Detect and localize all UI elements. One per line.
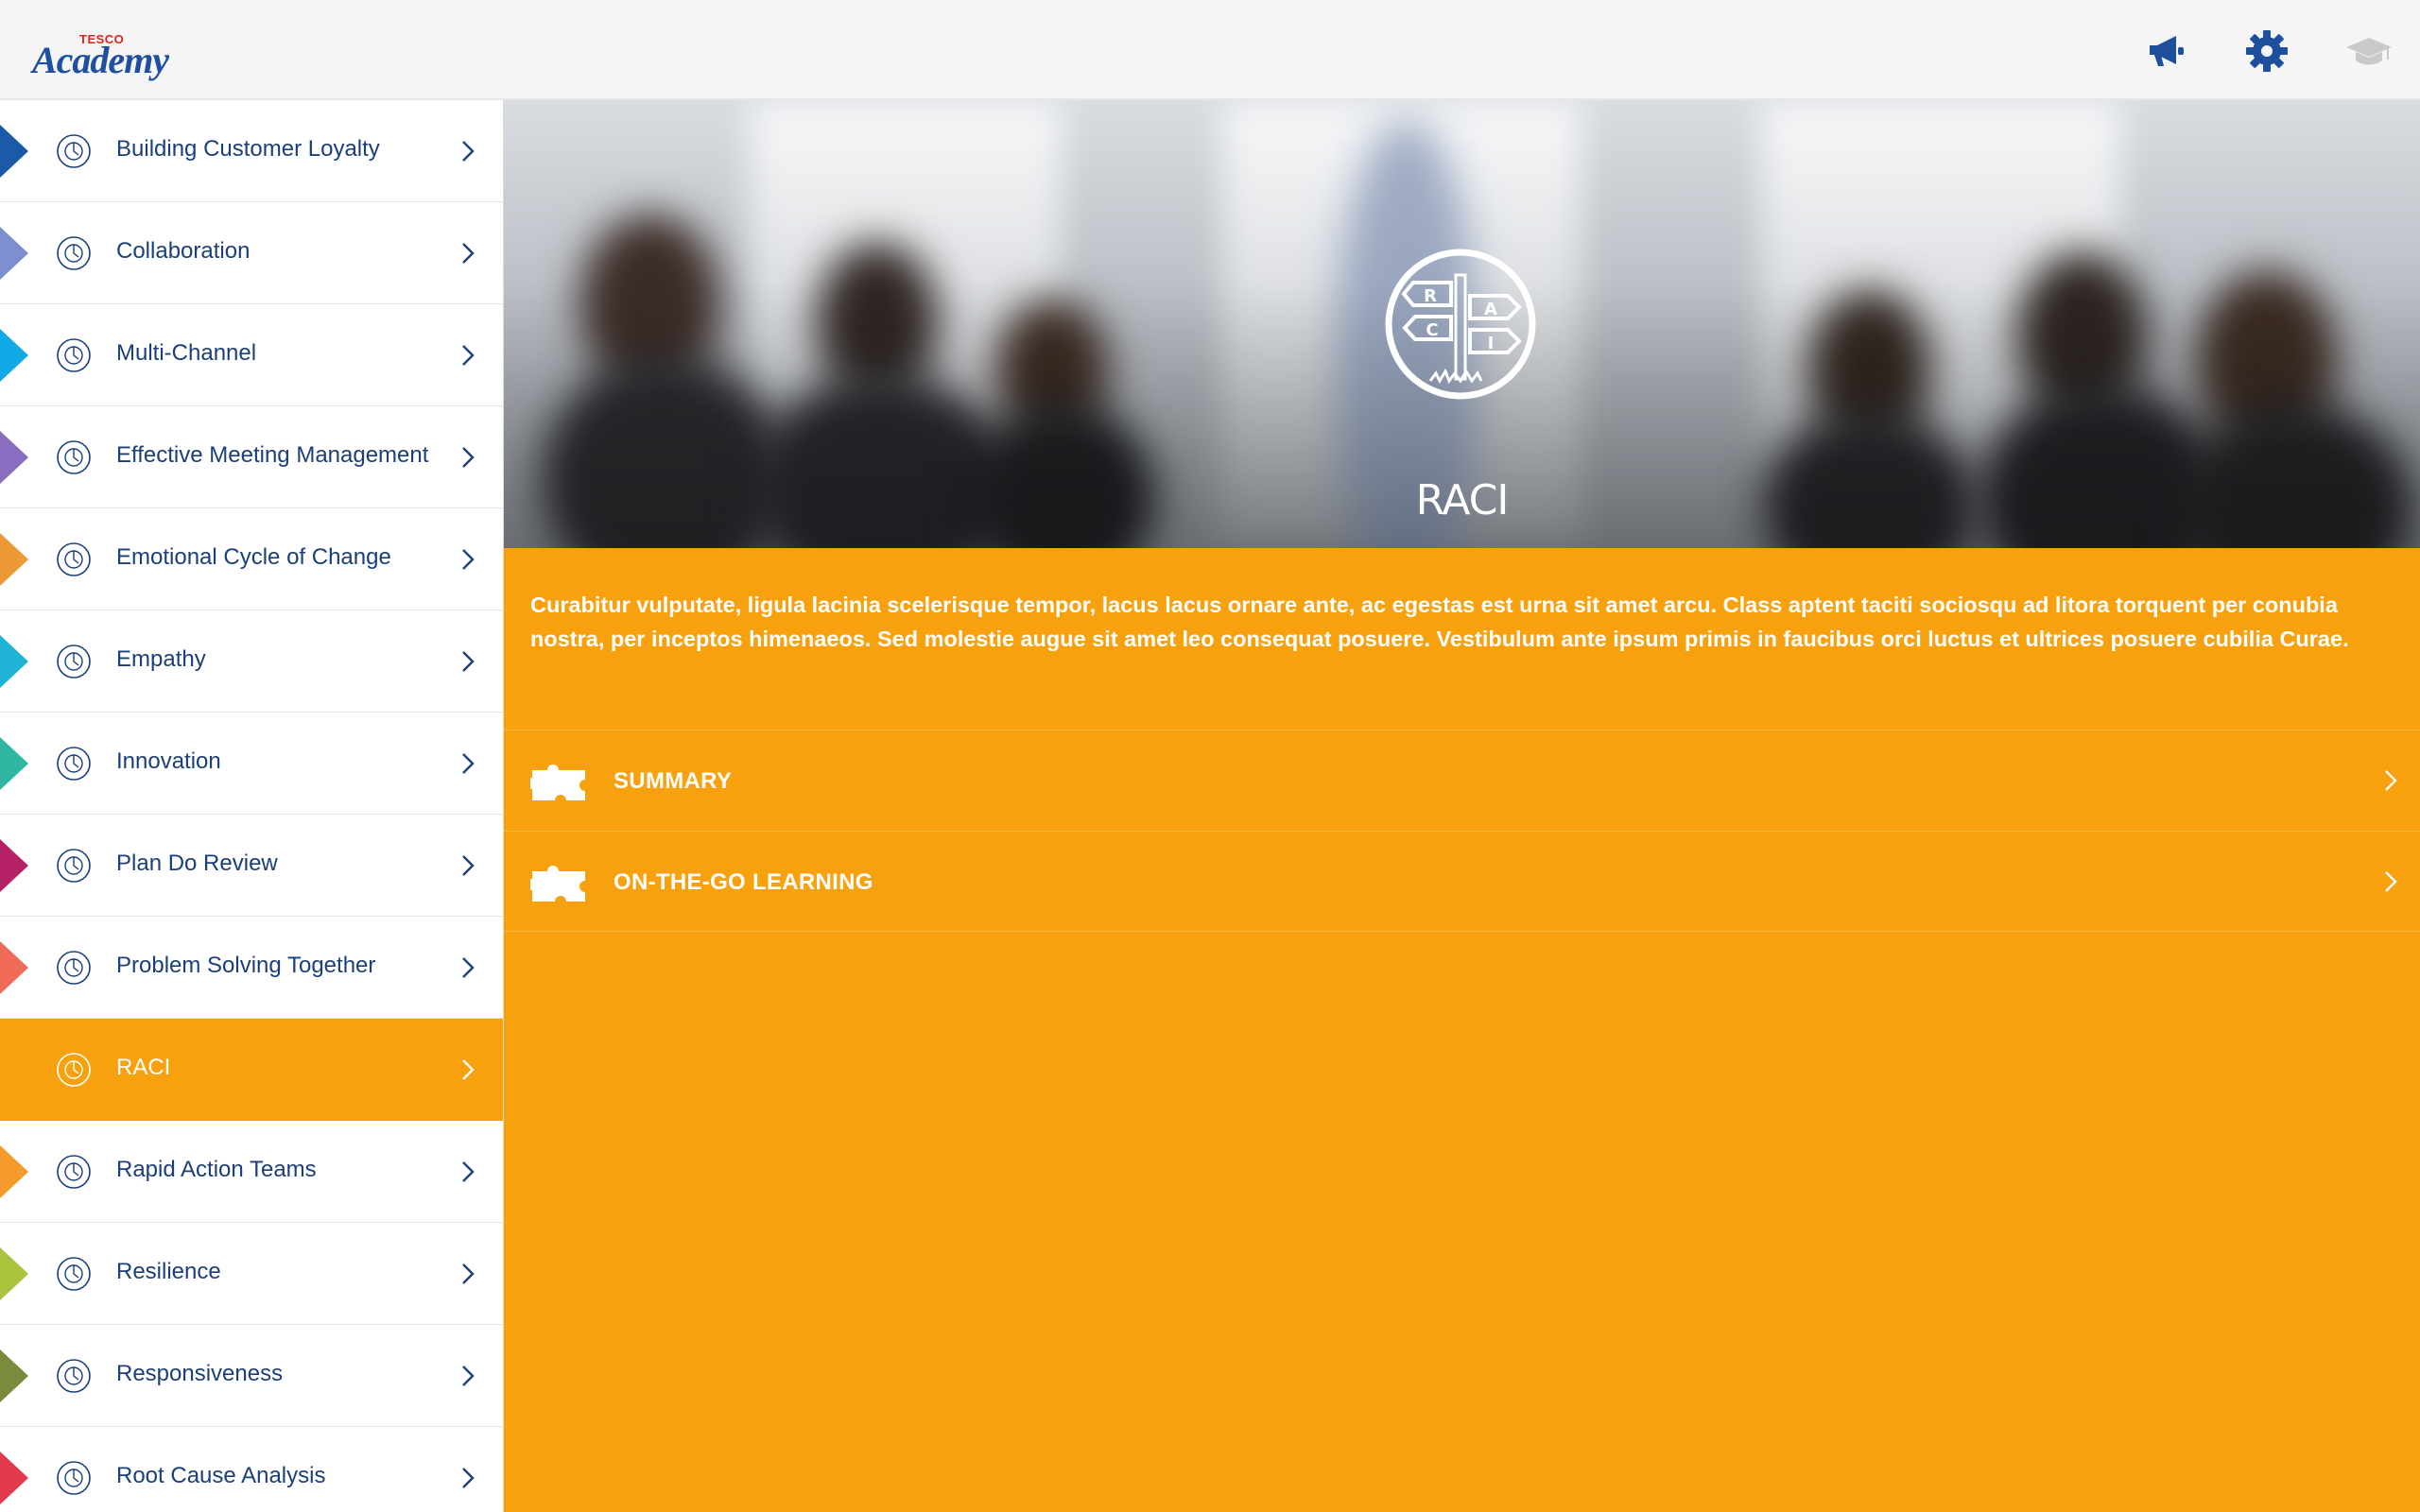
sidebar-item-effective-meeting-management[interactable]: Effective Meeting Management (0, 406, 503, 508)
sidebar-item-emotional-cycle-of-change[interactable]: Emotional Cycle of Change (0, 508, 503, 610)
topic-color-marker (0, 329, 28, 382)
chevron-right-icon (458, 138, 478, 164)
hero-title: RACI (1415, 476, 1510, 524)
topic-color-marker (0, 431, 28, 484)
puzzle-icon (530, 763, 587, 800)
timer-icon (55, 1357, 93, 1395)
topic-color-marker (0, 941, 28, 994)
chevron-right-icon (458, 1465, 478, 1491)
chevron-right-icon (458, 1159, 478, 1185)
chevron-right-icon (458, 342, 478, 369)
topic-sidebar: Building Customer Loyalty Collaboration Mu… (0, 100, 504, 1512)
signpost-icon: R A C I (1383, 247, 1538, 402)
calendar-icon (55, 847, 93, 885)
stopwatch-icon (55, 132, 93, 170)
logo-wordmark: Academy (32, 39, 169, 81)
signpost-icon (55, 1051, 93, 1089)
sidebar-item-label: Rapid Action Teams (116, 1157, 317, 1182)
sidebar-item-label: Building Customer Loyalty (116, 136, 380, 162)
sidebar-item-label: Innovation (116, 748, 221, 774)
on-the-go-learning-row[interactable]: ON-THE-GO LEARNING (504, 831, 2420, 932)
topic-color-marker (0, 839, 28, 892)
globe-icon (55, 541, 93, 578)
sidebar-item-resilience[interactable]: Resilience (0, 1223, 503, 1325)
megaphone-icon[interactable] (2140, 25, 2193, 77)
chevron-right-icon (458, 750, 478, 777)
head-gears-icon (55, 1255, 93, 1293)
chevron-right-icon (458, 852, 478, 879)
topic-color-marker (0, 1247, 28, 1300)
chevron-right-icon (458, 1057, 478, 1083)
sidebar-item-label: Emotional Cycle of Change (116, 544, 391, 570)
sidebar-item-rapid-action-teams[interactable]: Rapid Action Teams (0, 1121, 503, 1223)
sidebar-item-collaboration[interactable]: Collaboration (0, 202, 503, 304)
sidebar-item-empathy[interactable]: Empathy (0, 610, 503, 713)
tesco-academy-logo[interactable]: TESCO Academy (32, 32, 174, 85)
on-the-go-learning-label: ON-THE-GO LEARNING (614, 869, 873, 895)
sidebar-item-label: RACI (116, 1055, 171, 1080)
hero-banner: R A C I RACI (504, 100, 2420, 548)
magnifier-icon (55, 1459, 93, 1497)
puzzle-icon (530, 864, 587, 902)
topic-color-marker (0, 227, 28, 280)
content-rows: SUMMARY ON-THE-GO LEARNING (504, 730, 2420, 932)
sidebar-item-label: Multi-Channel (116, 340, 257, 366)
sidebar-item-label: Empathy (116, 646, 206, 672)
chevron-right-icon (458, 240, 478, 266)
graduation-cap-icon[interactable] (2342, 25, 2395, 77)
topic-description: Curabitur vulputate, ligula lacinia scel… (530, 593, 2349, 651)
people-group-icon (55, 438, 93, 476)
chevron-right-icon (458, 648, 478, 675)
topic-color-marker (0, 635, 28, 688)
sidebar-item-multi-channel[interactable]: Multi-Channel (0, 304, 503, 406)
team-icon (55, 949, 93, 987)
topic-color-marker (0, 1452, 28, 1504)
chevron-right-icon (458, 444, 478, 471)
sidebar-item-label: Problem Solving Together (116, 953, 376, 978)
topic-color-marker (0, 125, 28, 178)
lightbulb-icon (55, 745, 93, 782)
summary-label: SUMMARY (614, 768, 733, 794)
sidebar-item-building-customer-loyalty[interactable]: Building Customer Loyalty (0, 100, 503, 202)
chevron-right-icon (458, 546, 478, 573)
shoe-icon (55, 1153, 93, 1191)
chevron-right-icon (458, 1261, 478, 1287)
sidebar-item-plan-do-review[interactable]: Plan Do Review (0, 815, 503, 917)
sidebar-item-problem-solving-together[interactable]: Problem Solving Together (0, 917, 503, 1019)
emblem-letter-r: R (1424, 286, 1437, 306)
heart-icon (55, 643, 93, 680)
topic-color-marker (0, 737, 28, 790)
chevron-right-icon (2381, 768, 2400, 793)
sidebar-item-label: Resilience (116, 1259, 221, 1284)
chevron-right-icon (2381, 869, 2400, 894)
gear-icon[interactable] (2240, 25, 2293, 77)
sidebar-item-responsiveness[interactable]: Responsiveness (0, 1325, 503, 1427)
tablet-icon (55, 336, 93, 374)
sidebar-item-label: Responsiveness (116, 1361, 284, 1386)
sidebar-item-innovation[interactable]: Innovation (0, 713, 503, 815)
sidebar-item-label: Root Cause Analysis (116, 1463, 326, 1488)
sidebar-item-label: Effective Meeting Management (116, 442, 429, 468)
chevron-right-icon (458, 1363, 478, 1389)
topic-color-marker (0, 1349, 28, 1402)
emblem-letter-a: A (1484, 300, 1497, 319)
emblem-letter-i: I (1488, 334, 1495, 353)
globe-people-icon (55, 234, 93, 272)
summary-row[interactable]: SUMMARY (504, 730, 2420, 831)
topic-color-marker (0, 1145, 28, 1198)
sidebar-item-label: Plan Do Review (116, 850, 278, 876)
emblem-letter-c: C (1426, 320, 1438, 340)
topic-color-marker (0, 533, 28, 586)
sidebar-item-label: Collaboration (116, 238, 251, 264)
top-bar: TESCO Academy (0, 0, 2420, 100)
chevron-right-icon (458, 954, 478, 981)
sidebar-item-root-cause-analysis[interactable]: Root Cause Analysis (0, 1427, 503, 1512)
sidebar-item-raci[interactable]: RACI (0, 1019, 503, 1121)
